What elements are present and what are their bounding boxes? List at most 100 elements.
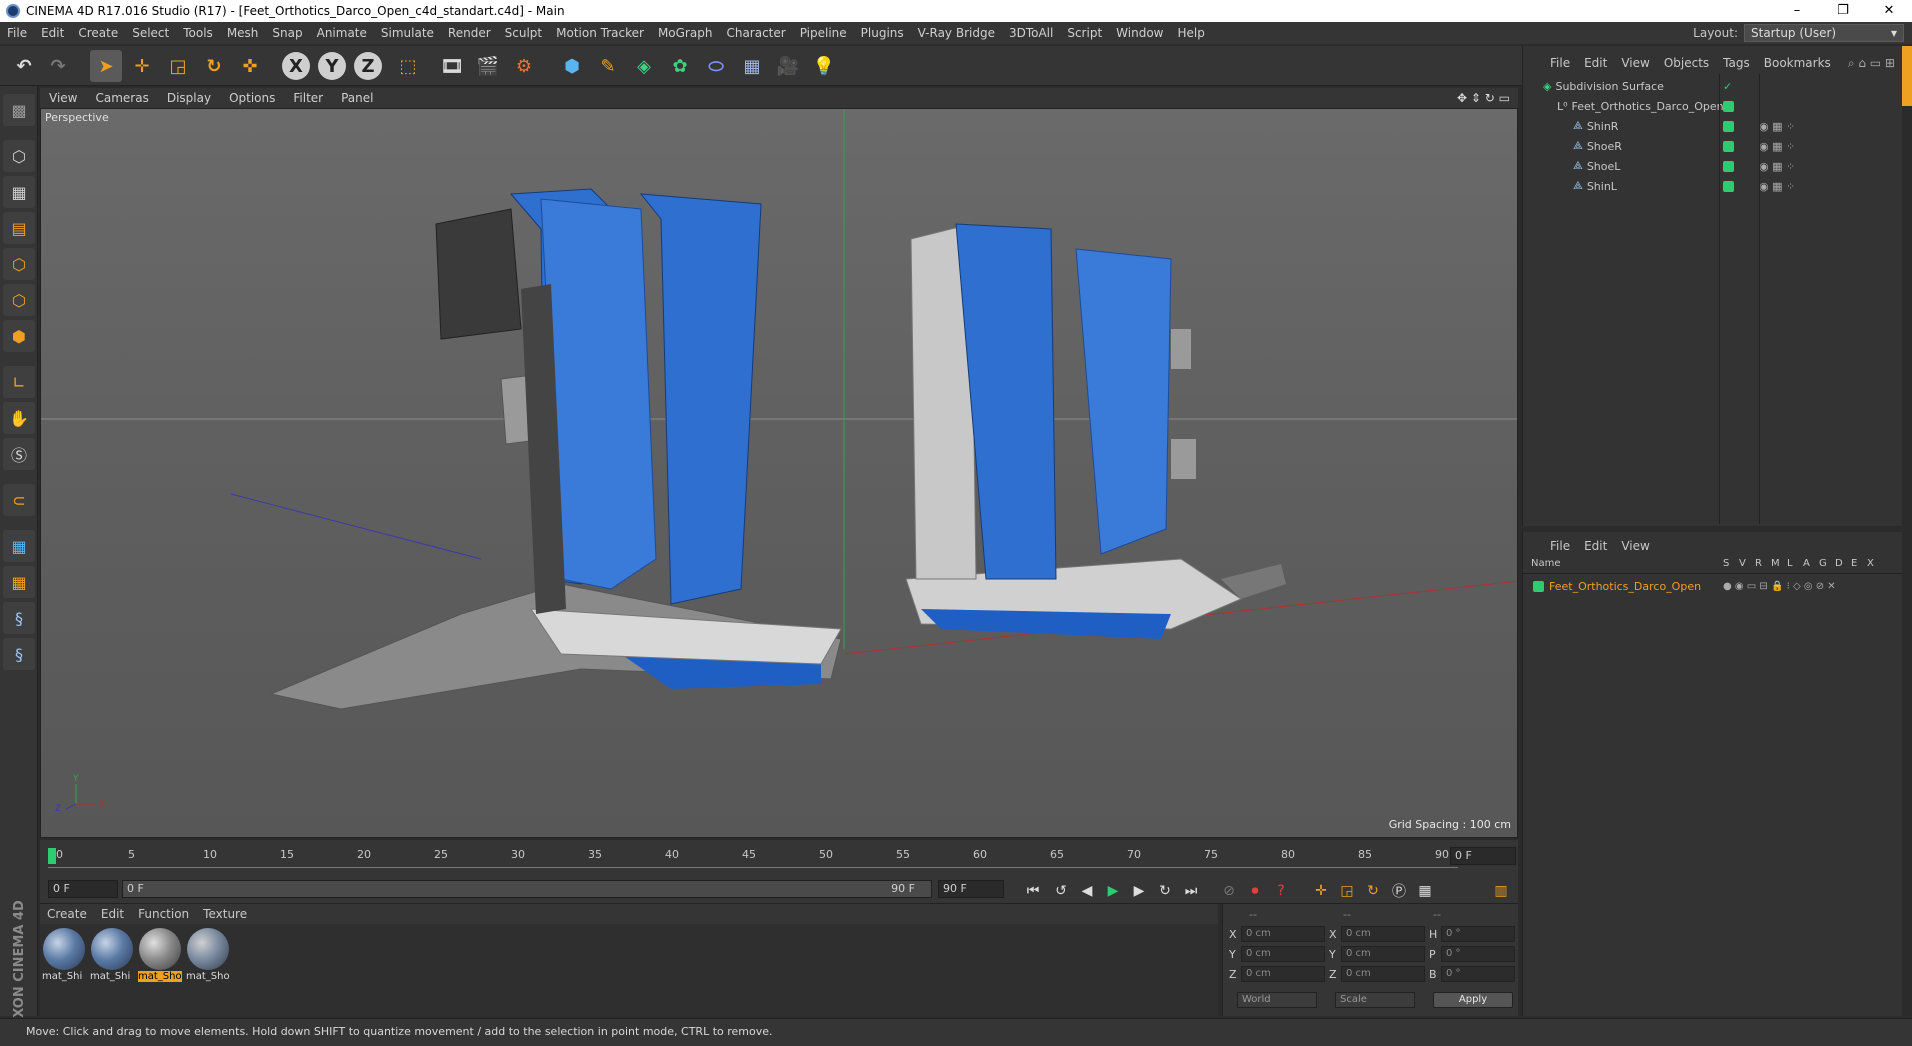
timeline-window-icon[interactable]: ▥ xyxy=(1490,880,1512,902)
previous-key-icon[interactable]: ↺ xyxy=(1050,880,1072,902)
search-icon[interactable]: ⌕ ⌂ ▭ ⊞ xyxy=(1848,56,1895,71)
key-position-icon[interactable]: ✛ xyxy=(1310,880,1332,902)
undo-icon[interactable]: ↶ xyxy=(8,50,40,82)
menu-window[interactable]: Window xyxy=(1109,26,1170,40)
layer-color-swatch[interactable] xyxy=(1723,161,1734,172)
material-tag-icons[interactable]: ◉ ▦ ⁘ xyxy=(1759,140,1795,153)
next-key-icon[interactable]: ↻ xyxy=(1154,880,1176,902)
pen-spline-icon[interactable]: ✎ xyxy=(592,50,624,82)
floor-icon[interactable]: ▦ xyxy=(736,50,768,82)
record-keys-icon[interactable]: ⊘ xyxy=(1218,880,1240,902)
3d-viewport[interactable]: Perspective Y X Z Grid Spacing: 100 cm xyxy=(40,108,1518,838)
layer-col-generators[interactable]: G xyxy=(1819,558,1827,569)
menu-character[interactable]: Character xyxy=(719,26,792,40)
menu-simulate[interactable]: Simulate xyxy=(374,26,441,40)
menu-create[interactable]: Create xyxy=(71,26,125,40)
lock-workplane-icon[interactable]: ▦ xyxy=(3,530,35,562)
material-menu-create[interactable]: Create xyxy=(40,907,94,921)
menu-animate[interactable]: Animate xyxy=(310,26,374,40)
viewport-menu-options[interactable]: Options xyxy=(220,91,284,105)
menu-snap[interactable]: Snap xyxy=(265,26,309,40)
layer-col-expressions[interactable]: E xyxy=(1851,558,1857,569)
subdivision-icon[interactable]: ◈ xyxy=(628,50,660,82)
object-row[interactable]: ⟁ ShinR ◉ ▦ ⁘ xyxy=(1523,116,1903,136)
material-tag-icons[interactable]: ◉ ▦ ⁘ xyxy=(1759,120,1795,133)
viewport-menu-cameras[interactable]: Cameras xyxy=(86,91,157,105)
viewport-menu-display[interactable]: Display xyxy=(158,91,220,105)
timeline-ruler[interactable]: 0 5 10 15 20 25 30 35 40 45 50 55 60 65 … xyxy=(40,840,1518,874)
layer-row[interactable]: Feet_Orthotics_Darco_Open ● ◉ ▭ ⊟ 🔒 ⁝ ◇ … xyxy=(1523,576,1903,596)
size-y-field[interactable]: 0 cm xyxy=(1341,946,1425,962)
go-to-end-icon[interactable]: ⏭ xyxy=(1180,880,1202,902)
object-row[interactable]: ⟁ ShinL ◉ ▦ ⁘ xyxy=(1523,176,1903,196)
layer-col-manager[interactable]: M xyxy=(1771,558,1780,569)
object-menu-tags[interactable]: Tags xyxy=(1716,56,1757,70)
key-pla-icon[interactable]: ▦ xyxy=(1414,880,1436,902)
object-menu-objects[interactable]: Objects xyxy=(1657,56,1716,70)
model-mode-icon[interactable]: ⬡ xyxy=(3,140,35,172)
menu-vray-bridge[interactable]: V-Ray Bridge xyxy=(911,26,1002,40)
menu-render[interactable]: Render xyxy=(441,26,498,40)
rotation-p-field[interactable]: 0 ° xyxy=(1441,946,1515,962)
layer-col-locked[interactable]: L xyxy=(1787,558,1793,569)
key-parameter-icon[interactable]: Ⓟ xyxy=(1388,880,1410,902)
layout-dropdown[interactable]: Startup (User) ▾ xyxy=(1744,24,1904,42)
object-row[interactable]: ◈ Subdivision Surface ✓ xyxy=(1523,76,1903,96)
scale-dropdown[interactable]: Scale xyxy=(1335,992,1415,1008)
menu-file[interactable]: File xyxy=(0,26,34,40)
layer-color-swatch[interactable] xyxy=(1533,581,1544,592)
layer-color-swatch[interactable] xyxy=(1723,181,1734,192)
next-frame-icon[interactable]: ▶ xyxy=(1128,880,1150,902)
layer-col-visible[interactable]: V xyxy=(1739,558,1746,569)
cloner-icon[interactable]: ✿ xyxy=(664,50,696,82)
layer-col-xref[interactable]: X xyxy=(1867,558,1874,569)
layer-col-render[interactable]: R xyxy=(1755,558,1762,569)
menu-3dtoall[interactable]: 3DToAll xyxy=(1002,26,1060,40)
axis-mode-icon[interactable]: ∟ xyxy=(3,366,35,398)
material-tag-icons[interactable]: ◉ ▦ ⁘ xyxy=(1759,160,1795,173)
rotation-h-field[interactable]: 0 ° xyxy=(1441,926,1515,942)
layer-menu-edit[interactable]: Edit xyxy=(1577,539,1614,553)
material-tag-icons[interactable]: ◉ ▦ ⁘ xyxy=(1759,180,1795,193)
camera-icon[interactable]: 🎥 xyxy=(772,50,804,82)
position-y-field[interactable]: 0 cm xyxy=(1241,946,1325,962)
menu-motion-tracker[interactable]: Motion Tracker xyxy=(549,26,651,40)
key-scale-icon[interactable]: ◲ xyxy=(1336,880,1358,902)
rotation-b-field[interactable]: 0 ° xyxy=(1441,966,1515,982)
viewport-menu-view[interactable]: View xyxy=(40,91,86,105)
cube-icon[interactable]: ⬢ xyxy=(556,50,588,82)
viewport-navigation-icons[interactable]: ✥ ⇕ ↻ ▭ xyxy=(1457,91,1510,105)
layer-menu-view[interactable]: View xyxy=(1614,539,1656,553)
polygons-mode-icon[interactable]: ⬢ xyxy=(3,320,35,352)
frame-range-slider[interactable]: 0 F 90 F xyxy=(122,880,932,898)
restore-button[interactable]: ❐ xyxy=(1820,0,1866,22)
timeline-track[interactable]: 0 5 10 15 20 25 30 35 40 45 50 55 60 65 … xyxy=(48,846,1458,868)
menu-mesh[interactable]: Mesh xyxy=(220,26,266,40)
rotate-icon[interactable]: ↻ xyxy=(198,50,230,82)
magnet-icon[interactable]: ⊂ xyxy=(3,484,35,516)
y-axis-icon[interactable]: Y xyxy=(318,52,346,80)
scale-icon[interactable]: ◲ xyxy=(162,50,194,82)
menu-script[interactable]: Script xyxy=(1060,26,1109,40)
material-swatch[interactable]: mat_Shi xyxy=(90,927,134,987)
redo-icon[interactable]: ↷ xyxy=(42,50,74,82)
layer-col-solo[interactable]: S xyxy=(1723,558,1729,569)
viewport-menu-panel[interactable]: Panel xyxy=(332,91,382,105)
menu-pipeline[interactable]: Pipeline xyxy=(793,26,854,40)
move-icon[interactable]: ✛ xyxy=(126,50,158,82)
render-settings-icon[interactable]: ⚙ xyxy=(508,50,540,82)
position-z-field[interactable]: 0 cm xyxy=(1241,966,1325,982)
menu-mograph[interactable]: MoGraph xyxy=(651,26,720,40)
layer-toggle-icons[interactable]: ● ◉ ▭ ⊟ 🔒 ⁝ ◇ ◎ ⊘ ✕ xyxy=(1723,581,1836,592)
object-menu-bookmarks[interactable]: Bookmarks xyxy=(1757,56,1838,70)
deformer-icon[interactable]: ⬭ xyxy=(700,50,732,82)
object-menu-file[interactable]: File xyxy=(1543,56,1577,70)
texture-mode-icon[interactable]: ▦ xyxy=(3,176,35,208)
render-picture-viewer-icon[interactable]: 🎬 xyxy=(472,50,504,82)
points-mode-icon[interactable]: ⬡ xyxy=(3,248,35,280)
material-menu-edit[interactable]: Edit xyxy=(94,907,131,921)
object-menu-edit[interactable]: Edit xyxy=(1577,56,1614,70)
coordinate-system-icon[interactable]: ⬚ xyxy=(392,50,424,82)
previous-frame-icon[interactable]: ◀ xyxy=(1076,880,1098,902)
current-frame-field[interactable]: 0 F xyxy=(1450,847,1516,865)
